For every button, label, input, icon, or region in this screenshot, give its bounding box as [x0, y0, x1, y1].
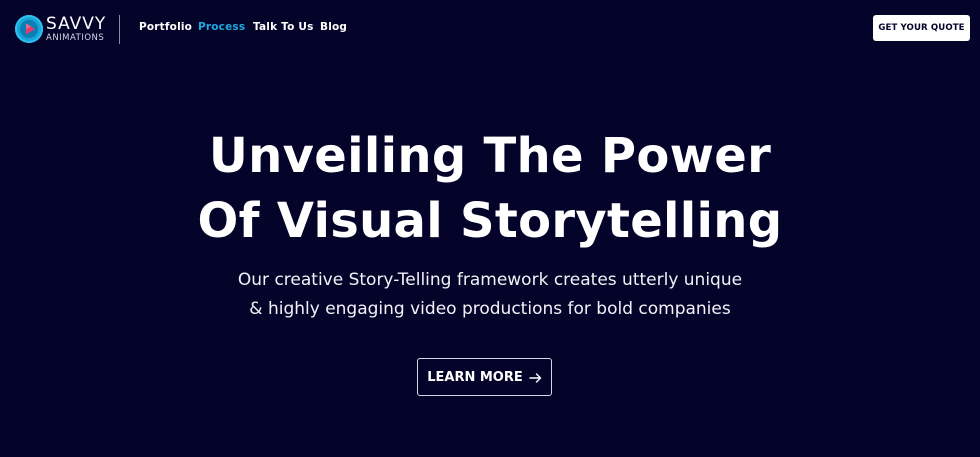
- hero-subtitle-line-2: & highly engaging video productions for …: [249, 299, 731, 319]
- hero-subtitle-line-1: Our creative Story-Telling framework cre…: [237, 270, 743, 290]
- hero-title: Unveiling The Power Of Visual Storytelli…: [0, 124, 980, 254]
- arrow-right-icon: [529, 372, 542, 383]
- logo-tagline: ANIMATIONS: [46, 32, 105, 43]
- hero-title-line-2: Of Visual Storytelling: [197, 193, 783, 249]
- play-icon: [15, 15, 43, 43]
- nav-link-process[interactable]: Process: [198, 21, 253, 33]
- site-header: SAVVY ANIMATIONS Portfolio Process Talk …: [0, 0, 980, 57]
- hero-title-line-1: Unveiling The Power: [208, 128, 772, 184]
- nav-link-portfolio[interactable]: Portfolio: [139, 21, 198, 33]
- nav-link-talk-to-us[interactable]: Talk To Us: [253, 21, 320, 33]
- header-divider: [119, 15, 120, 44]
- main-nav: Portfolio Process Talk To Us Blog: [139, 21, 347, 33]
- hero-subtitle: Our creative Story-Telling framework cre…: [0, 266, 980, 324]
- nav-link-blog[interactable]: Blog: [320, 21, 347, 33]
- get-quote-button[interactable]: GET YOUR QUOTE: [873, 15, 970, 41]
- learn-more-button[interactable]: LEARN MORE: [417, 358, 552, 396]
- site-logo[interactable]: SAVVY ANIMATIONS: [15, 13, 106, 45]
- learn-more-label: LEARN MORE: [427, 369, 523, 385]
- logo-name: SAVVY: [46, 13, 107, 34]
